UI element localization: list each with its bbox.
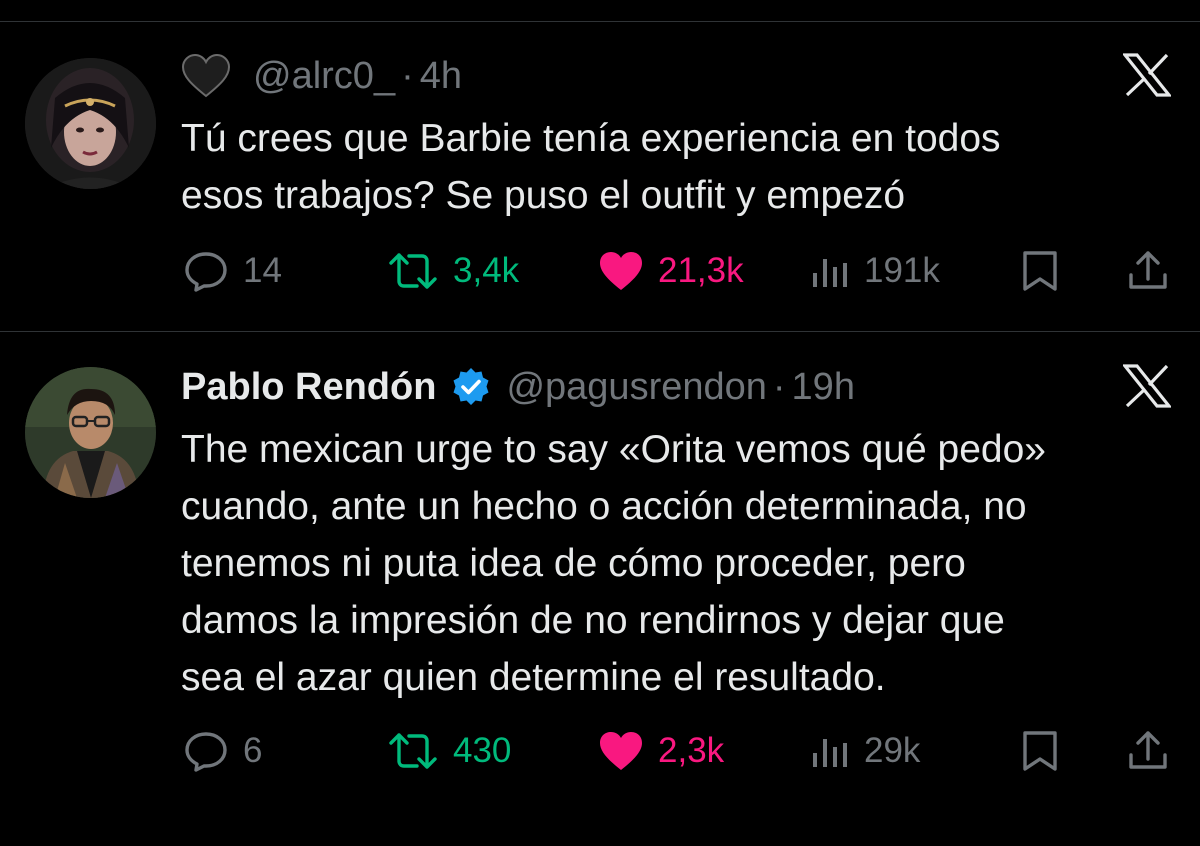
top-divider — [0, 21, 1200, 22]
share-button[interactable] — [1126, 726, 1170, 776]
avatar-image — [25, 367, 156, 498]
bookmark-icon — [1023, 251, 1057, 291]
tweet-timestamp[interactable]: 4h — [420, 54, 462, 98]
black-heart-icon — [181, 54, 231, 98]
tweet-text-line: tenemos ni puta idea de cómo proceder, p… — [181, 542, 966, 585]
separator-dot: · — [772, 366, 786, 408]
tweet-header: @alrc0_ · 4h — [181, 54, 462, 98]
tweet-text-line: esos trabajos? Se puso el outfit y empez… — [181, 174, 906, 217]
views-button[interactable]: 29k — [810, 726, 920, 776]
avatar[interactable] — [25, 58, 156, 189]
x-logo-icon[interactable] — [1123, 364, 1171, 408]
avatar-image — [25, 58, 156, 189]
tweet-text: The mexican urge to say «Orita vemos qué… — [181, 421, 1171, 706]
tweet-text: Tú crees que Barbie tenía experiencia en… — [181, 110, 1171, 224]
analytics-icon — [813, 259, 847, 287]
retweet-icon — [389, 733, 437, 769]
tweet-text-line: cuando, ante un hecho o acción determina… — [181, 485, 1027, 528]
heart-icon — [600, 252, 642, 290]
heart-icon — [600, 732, 642, 770]
tweet-actions: 6 430 2,3k 29k — [0, 726, 1200, 776]
like-button[interactable]: 2,3k — [598, 726, 724, 776]
tweet-text-line: damos la impresión de no rendirnos y dej… — [181, 599, 1005, 642]
views-count: 191k — [864, 251, 940, 290]
bookmark-icon — [1023, 731, 1057, 771]
like-button[interactable]: 21,3k — [598, 246, 744, 296]
author-handle[interactable]: @alrc0_ — [253, 54, 395, 98]
reply-button[interactable]: 6 — [183, 726, 262, 776]
bookmark-button[interactable] — [1020, 726, 1060, 776]
share-icon — [1129, 251, 1167, 289]
like-count: 21,3k — [658, 251, 744, 290]
retweet-count: 3,4k — [453, 251, 520, 290]
reply-icon — [185, 252, 227, 292]
bookmark-button[interactable] — [1020, 246, 1060, 296]
retweet-count: 430 — [453, 731, 512, 770]
retweet-icon — [389, 253, 437, 289]
author-name[interactable]: Pablo Rendón — [181, 365, 436, 409]
reply-icon — [185, 732, 227, 772]
tweet-text-line: Tú crees que Barbie tenía experiencia en… — [181, 117, 1001, 160]
views-button[interactable]: 191k — [810, 246, 940, 296]
tweet-actions: 14 3,4k 21,3k 191k — [0, 246, 1200, 296]
author-handle[interactable]: @pagusrendon — [506, 365, 766, 409]
tweet-header: Pablo Rendón @pagusrendon · 19h — [181, 365, 855, 409]
retweet-button[interactable]: 3,4k — [387, 246, 519, 296]
views-count: 29k — [864, 731, 921, 770]
share-icon — [1129, 731, 1167, 769]
tweet-timestamp[interactable]: 19h — [792, 365, 855, 409]
like-count: 2,3k — [658, 731, 725, 770]
reply-button[interactable]: 14 — [183, 246, 282, 296]
share-button[interactable] — [1126, 246, 1170, 296]
tweet-text-line: sea el azar quien determine el resultado… — [181, 656, 886, 699]
avatar[interactable] — [25, 367, 156, 498]
reply-count: 14 — [243, 251, 282, 290]
verified-badge-icon[interactable] — [450, 366, 492, 408]
x-logo-icon[interactable] — [1123, 53, 1171, 97]
tweet-text-line: The mexican urge to say «Orita vemos qué… — [181, 428, 1046, 471]
retweet-button[interactable]: 430 — [387, 726, 511, 776]
tweet-divider — [0, 331, 1200, 332]
reply-count: 6 — [243, 731, 263, 770]
separator-dot: · — [401, 55, 414, 97]
analytics-icon — [813, 739, 847, 767]
